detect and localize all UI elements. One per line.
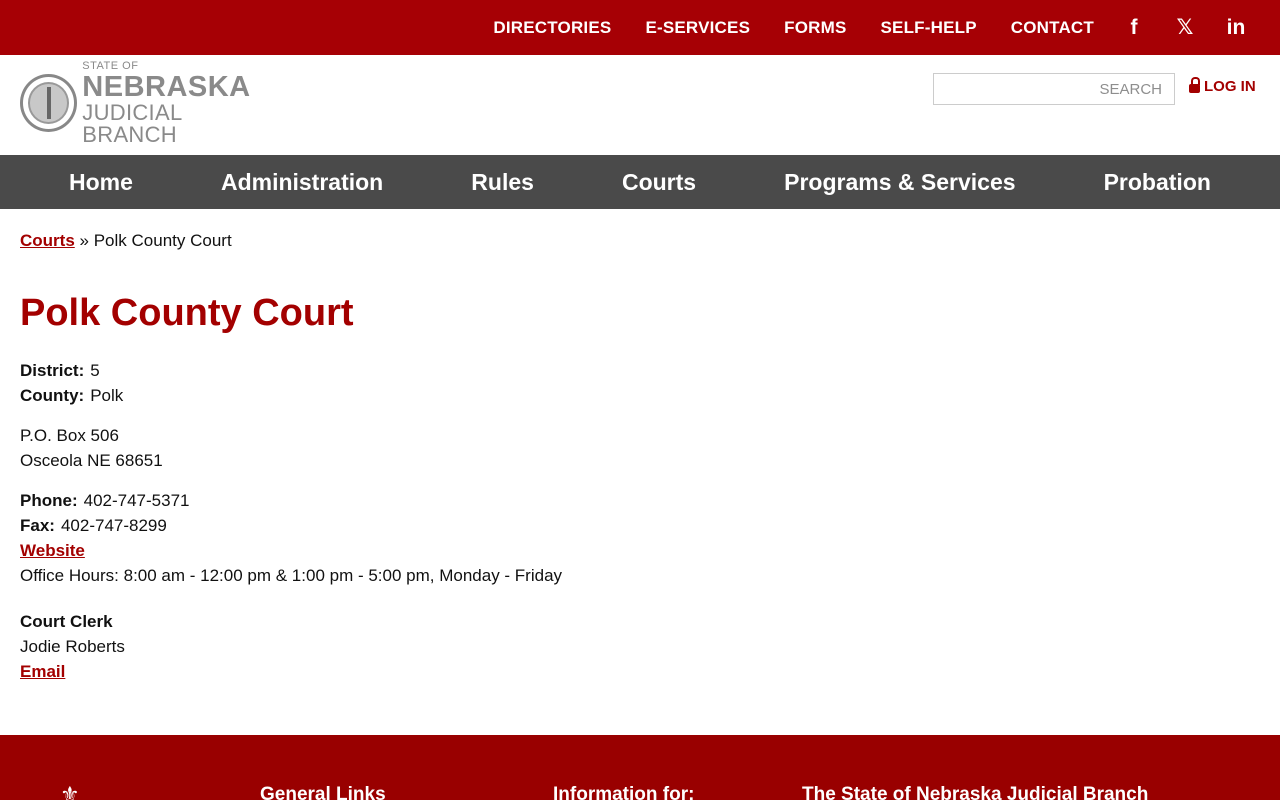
logo-line-nebraska: NEBRASKA [82, 70, 251, 103]
link-directories[interactable]: DIRECTORIES [493, 18, 611, 38]
link-contact[interactable]: CONTACT [1011, 18, 1094, 38]
nav-item-courts[interactable]: Courts [622, 169, 696, 196]
search-input[interactable] [933, 73, 1175, 105]
footer-fleur-icon: ⚜ [60, 782, 80, 807]
clerk-name: Jodie Roberts [20, 637, 125, 656]
email-row: Email [20, 659, 125, 684]
clerk-heading: Court Clerk [20, 612, 113, 631]
nav-item-probation[interactable]: Probation [1104, 169, 1211, 196]
phone-row: Phone: 402-747-5371 [20, 488, 562, 513]
page-title: Polk County Court [20, 292, 354, 334]
nav-item-home[interactable]: Home [69, 169, 133, 196]
site-logo[interactable]: STATE OF NEBRASKA JUDICIAL BRANCH [20, 60, 280, 145]
fax-value: 402-747-8299 [60, 516, 167, 535]
utility-links: DIRECTORIES E-SERVICES FORMS SELF-HELP C… [459, 0, 1280, 55]
logo-text: STATE OF NEBRASKA JUDICIAL BRANCH [82, 59, 280, 147]
breadcrumb-link-courts[interactable]: Courts [20, 231, 75, 250]
link-forms[interactable]: FORMS [784, 18, 846, 38]
nav-item-administration[interactable]: Administration [221, 169, 383, 196]
email-link[interactable]: Email [20, 662, 65, 681]
footer-heading-information-for: Information for: [553, 784, 695, 805]
nav-item-rules[interactable]: Rules [471, 169, 534, 196]
address-line-2: Osceola NE 68651 [20, 451, 163, 470]
facebook-icon[interactable]: f [1124, 17, 1144, 38]
main-navigation: Home Administration Rules Courts Program… [0, 155, 1280, 209]
linkedin-icon[interactable]: in [1226, 17, 1246, 38]
breadcrumb-current: Polk County Court [93, 231, 232, 250]
login-label: LOG IN [1204, 78, 1256, 95]
link-e-services[interactable]: E-SERVICES [645, 18, 750, 38]
nebraska-seal-icon [20, 74, 78, 132]
social-links: f 𝕏 in [1116, 17, 1246, 38]
x-icon[interactable]: 𝕏 [1175, 17, 1195, 38]
district-value: 5 [90, 361, 100, 380]
logo-line-judicial-branch: JUDICIAL BRANCH [82, 99, 182, 147]
phone-value: 402-747-5371 [83, 491, 190, 510]
login-link[interactable]: LOG IN [1189, 77, 1256, 95]
district-label: District: [20, 361, 85, 380]
top-utility-bar: DIRECTORIES E-SERVICES FORMS SELF-HELP C… [0, 0, 1280, 55]
court-clerk-info: Court Clerk Jodie Roberts Email [20, 609, 125, 684]
county-label: County: [20, 386, 85, 405]
office-hours: Office Hours: 8:00 am - 12:00 pm & 1:00 … [20, 566, 563, 585]
footer-heading-judicial-branch: The State of Nebraska Judicial Branch [802, 784, 1149, 805]
contact-info: Phone: 402-747-5371 Fax: 402-747-8299 Webs… [20, 488, 562, 588]
phone-label: Phone: [20, 491, 78, 510]
county-value: Polk [90, 386, 124, 405]
website-link[interactable]: Website [20, 541, 85, 560]
breadcrumb-separator: » [79, 231, 89, 250]
mailing-address: P.O. Box 506 Osceola NE 68651 [20, 423, 163, 473]
county-row: County: Polk [20, 383, 123, 408]
court-location-info: District: 5 County: Polk [20, 358, 123, 408]
lock-icon [1189, 77, 1200, 93]
fax-label: Fax: [20, 516, 55, 535]
logo-line-state-of: STATE OF [82, 59, 139, 72]
nav-item-programs-services[interactable]: Programs & Services [784, 169, 1015, 196]
address-line-1: P.O. Box 506 [20, 426, 119, 445]
district-row: District: 5 [20, 358, 123, 383]
footer-heading-general-links: General Links [260, 784, 386, 805]
fax-row: Fax: 402-747-8299 [20, 513, 562, 538]
link-self-help[interactable]: SELF-HELP [881, 18, 977, 38]
website-row: Website [20, 538, 562, 563]
breadcrumb: Courts » Polk County Court [20, 231, 232, 251]
